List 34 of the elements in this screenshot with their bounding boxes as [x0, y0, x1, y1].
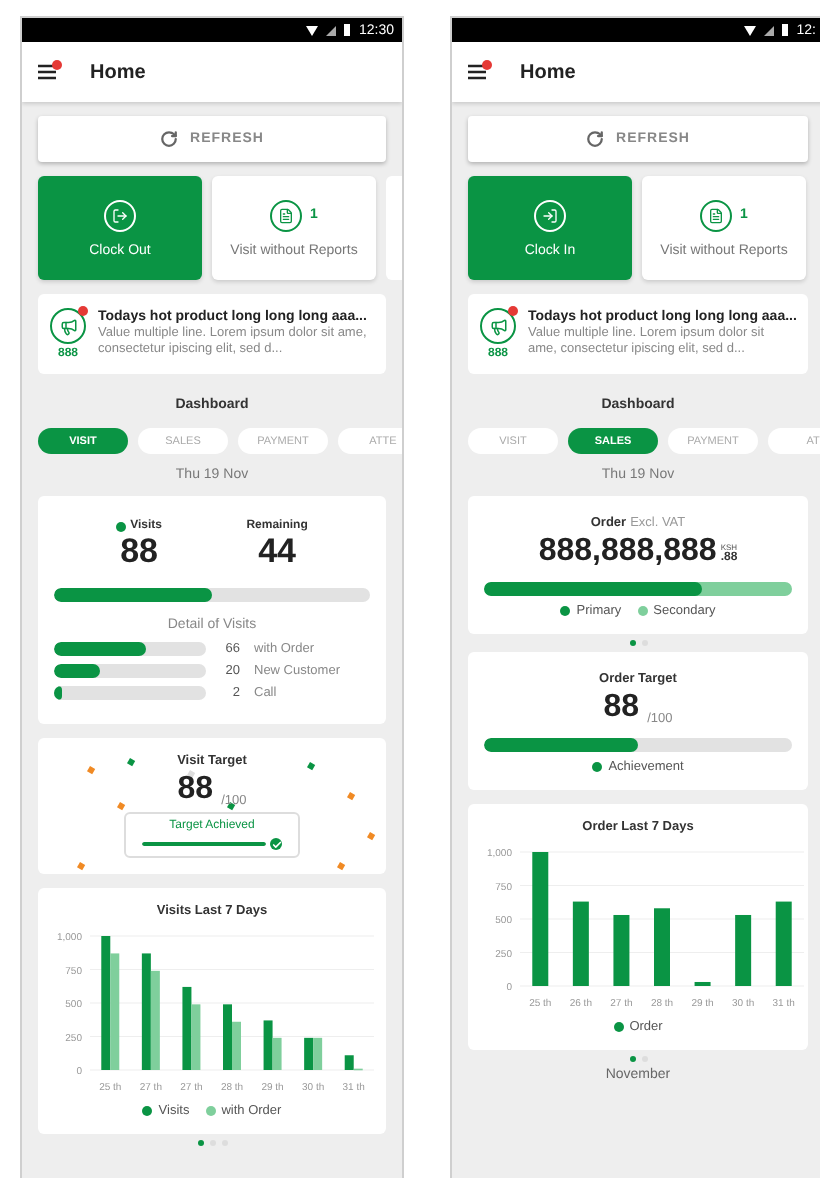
chart-bar: [532, 852, 549, 986]
menu-icon: [38, 64, 58, 80]
refresh-icon: [160, 130, 179, 148]
target-value: 88: [603, 690, 640, 726]
visits-count: 88: [120, 532, 158, 572]
screen-title: Home: [90, 61, 146, 83]
battery-icon: [782, 24, 789, 36]
document-icon: [708, 207, 725, 223]
megaphone-icon: [489, 317, 507, 335]
target-value: 88: [177, 772, 214, 808]
chart-bar: [613, 915, 630, 986]
document-icon: [278, 207, 295, 223]
battery-icon: [344, 24, 351, 36]
megaphone-icon: [59, 317, 77, 335]
menu-button[interactable]: [38, 64, 58, 80]
page-indicator-dot[interactable]: [629, 640, 635, 646]
chart-bar: [775, 901, 792, 986]
menu-button[interactable]: [468, 64, 488, 80]
wifi-icon: [744, 25, 757, 35]
chart-bar: [654, 908, 670, 986]
remaining-count: 44: [258, 532, 296, 572]
chart-bar: [572, 901, 589, 986]
refresh-icon: [586, 130, 605, 148]
order-value: 888,888,888: [538, 534, 717, 570]
login-icon: [542, 207, 558, 223]
page-indicator-dot[interactable]: [629, 1056, 635, 1062]
logout-icon: [112, 207, 128, 223]
page-indicator-dot[interactable]: [197, 1140, 203, 1146]
wifi-icon: [306, 25, 319, 35]
signal-icon: [764, 25, 775, 35]
chart-bar: [735, 915, 752, 986]
screen-title: Home: [520, 61, 576, 83]
signal-icon: [326, 25, 337, 35]
menu-icon: [468, 64, 488, 80]
